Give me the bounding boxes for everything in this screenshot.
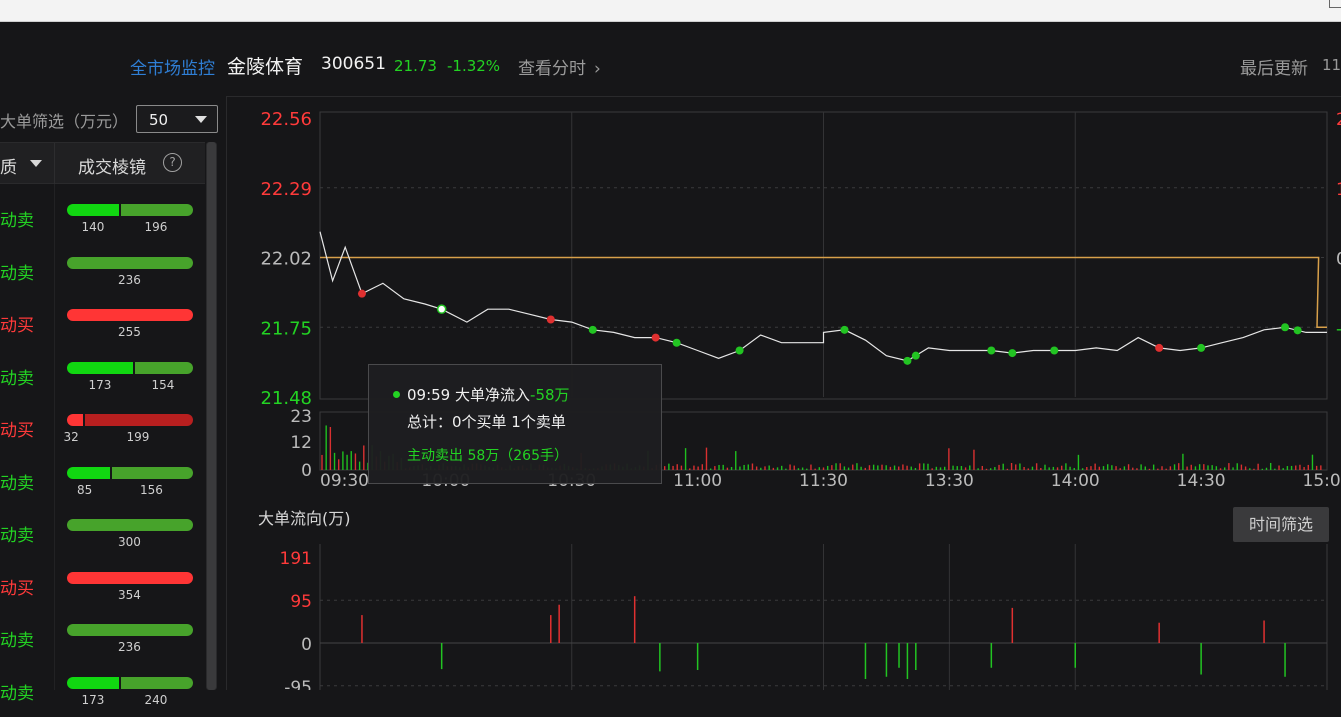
time-filter-button[interactable]: 时间筛选 <box>1233 507 1329 542</box>
tooltip-value: -58万 <box>530 386 570 404</box>
sell-order-marker <box>1050 347 1058 355</box>
tooltip-total: 总计：0个买单 1个卖单 <box>407 411 566 432</box>
time-tick-label: 11:00 <box>673 471 722 491</box>
buy-order-marker <box>547 316 555 324</box>
sell-order-marker <box>840 326 848 334</box>
sell-order-marker <box>912 352 920 360</box>
time-tick-label: 09:30 <box>320 471 369 491</box>
right-axis-label: 1 <box>1336 180 1341 200</box>
flow-tick-label: 95 <box>290 592 312 612</box>
price-tick-label: 21.75 <box>260 318 312 339</box>
hover-marker <box>438 305 446 313</box>
sell-order-marker <box>1008 349 1016 357</box>
flow-section-title: 大单流向(万) <box>258 505 351 529</box>
price-tick-label: 21.48 <box>260 388 312 409</box>
tooltip-line1: 09:59 大单净流入-58万 <box>407 384 570 405</box>
sell-order-marker <box>1294 326 1302 334</box>
time-tick-label: 11:30 <box>799 471 848 491</box>
sell-amount: 240 <box>145 693 168 707</box>
sell-order-marker <box>673 339 681 347</box>
buy-amount: 173 <box>82 693 105 707</box>
right-axis-label: 0 <box>1336 250 1341 270</box>
price-tick-label: 22.29 <box>260 179 312 200</box>
volume-tick-label: 12 <box>290 433 312 453</box>
price-tick-label: 22.02 <box>260 249 312 270</box>
sell-order-marker <box>987 347 995 355</box>
sell-order-marker <box>736 347 744 355</box>
price-tick-label: 22.56 <box>260 109 312 130</box>
flow-tick-label: -95 <box>284 678 312 690</box>
charts-svg: 22.56 22.29 22.02 21.75 21.48 2 1 0 - 23 12 0 09:30 1… <box>0 0 1341 690</box>
tooltip-title: 大单净流入 <box>455 386 530 404</box>
tooltip: 09:59 大单净流入-58万 总计：0个买单 1个卖单 主动卖出 58万（26… <box>368 364 662 484</box>
tooltip-dot <box>393 391 400 398</box>
volume-tick-label: 23 <box>290 407 312 427</box>
time-tick-label: 13:30 <box>925 471 974 491</box>
sell-order-marker <box>1197 344 1205 352</box>
sell-order-marker <box>1281 323 1289 331</box>
tooltip-detail: 主动卖出 58万（265手） <box>407 445 568 465</box>
tooltip-time: 09:59 <box>407 386 450 404</box>
buy-order-marker <box>1155 344 1163 352</box>
flow-tick-label: 191 <box>280 549 312 569</box>
right-axis-label: - <box>1336 319 1341 339</box>
time-tick-label: 14:00 <box>1051 471 1100 491</box>
time-tick-label: 14:30 <box>1177 471 1226 491</box>
flow-tick-label: 0 <box>301 635 312 655</box>
sell-order-marker <box>589 326 597 334</box>
sell-order-marker <box>903 357 911 365</box>
right-axis-label: 2 <box>1336 110 1341 130</box>
volume-tick-label: 0 <box>301 461 312 481</box>
buy-order-marker <box>652 334 660 342</box>
buy-order-marker <box>358 290 366 298</box>
time-tick-label: 15:00 <box>1303 471 1341 491</box>
